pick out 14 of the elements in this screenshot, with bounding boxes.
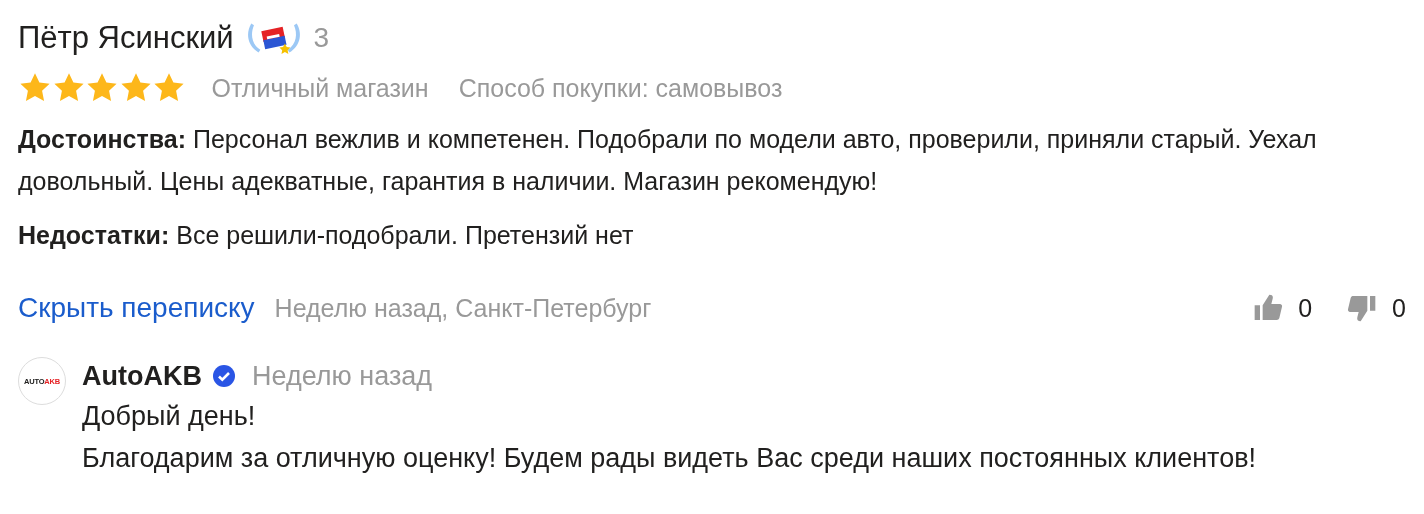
- reply-text: Благодарим за отличную оценку! Будем рады видеть Вас среди наших постоянных клиентов!: [82, 442, 1256, 475]
- reply-text: Добрый день!: [82, 400, 257, 433]
- review-meta: Неделю назад, Санкт-Петербург: [274, 293, 653, 323]
- review-paragraph: Достоинства: Персонал вежлив и компетенен. Подобрали по модели авто, проверили, приняли старый. Уехал довольный. Цены адекватные, гарантия в наличии. Магазин рекомендую!: [18, 124, 1318, 197]
- author-name: Пётр Ясинский: [18, 20, 234, 56]
- reply-time: Неделю назад: [252, 360, 433, 392]
- shop-name: AutoAKB: [82, 360, 202, 392]
- purchase-method: Способ покупки: самовывоз: [458, 73, 783, 103]
- review-paragraph: Недостатки: Все решили-подобрали. Претензий нет: [18, 220, 635, 251]
- hide-conversation-link[interactable]: Скрыть переписку: [18, 292, 255, 324]
- author-level: 3: [313, 22, 330, 54]
- dislike-count: 0: [1392, 293, 1406, 323]
- like-count: 0: [1298, 293, 1313, 323]
- verdict-text: Отличный магазин: [211, 73, 429, 103]
